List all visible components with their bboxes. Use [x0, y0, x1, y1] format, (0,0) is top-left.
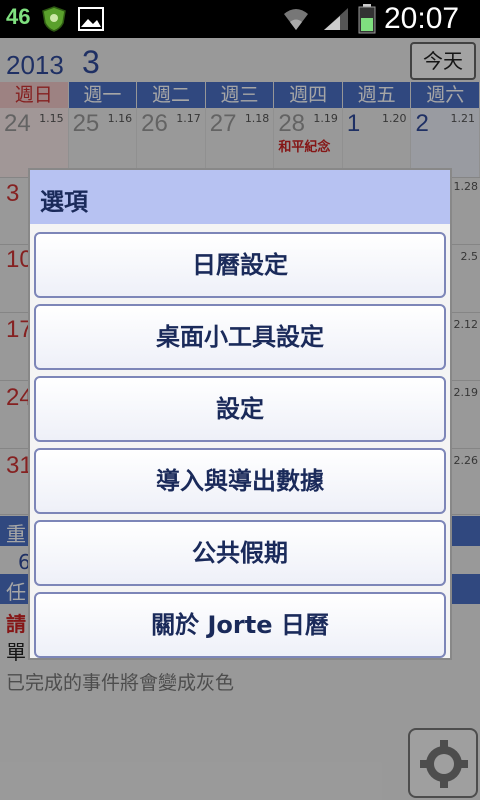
shield-icon — [42, 6, 66, 32]
import-export-button[interactable]: 導入與導出數據 — [34, 448, 446, 514]
calendar-settings-button[interactable]: 日曆設定 — [34, 232, 446, 298]
image-icon — [78, 7, 104, 31]
options-dialog: 選項 日曆設定 桌面小工具設定 設定 導入與導出數據 公共假期 關於 Jorte… — [28, 168, 452, 660]
about-button[interactable]: 關於 Jorte 日曆 — [34, 592, 446, 658]
public-holidays-button[interactable]: 公共假期 — [34, 520, 446, 586]
settings-button[interactable]: 設定 — [34, 376, 446, 442]
notification-count: 46 — [6, 4, 31, 29]
signal-icon — [324, 8, 348, 30]
clock: 20:07 — [384, 2, 460, 35]
wifi-icon — [284, 9, 308, 30]
dialog-title-bar: 選項 — [30, 170, 450, 224]
battery-icon — [358, 4, 376, 34]
dialog-title: 選項 — [40, 188, 88, 216]
widget-settings-button[interactable]: 桌面小工具設定 — [34, 304, 446, 370]
status-bar: 46 20:07 — [0, 0, 480, 38]
